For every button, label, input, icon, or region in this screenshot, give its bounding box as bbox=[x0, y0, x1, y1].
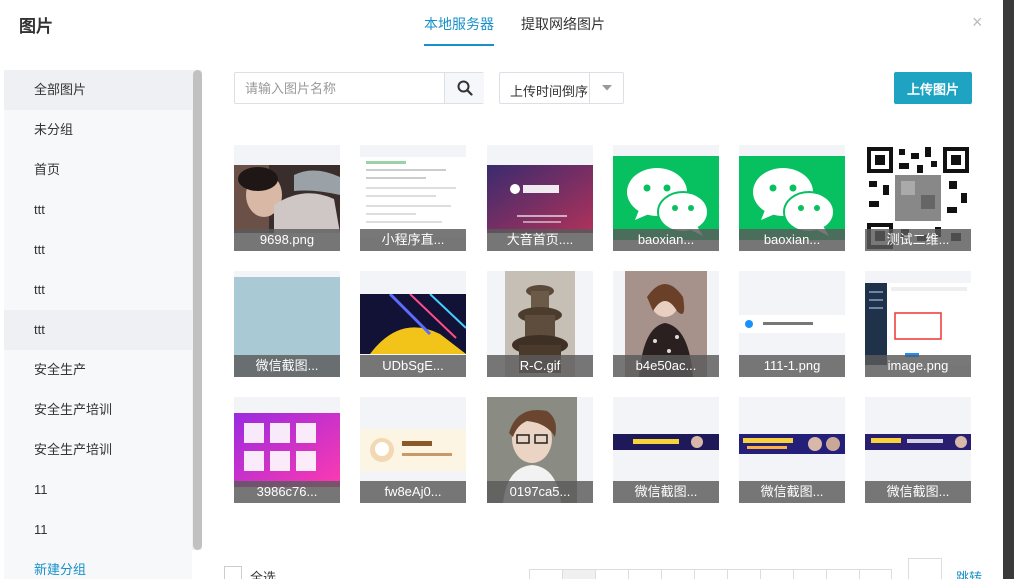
image-tile[interactable]: 9698.png bbox=[234, 145, 340, 251]
image-thumbnail bbox=[234, 165, 340, 233]
sort-select[interactable]: 上传时间倒序 bbox=[499, 72, 624, 104]
image-thumbnail bbox=[613, 434, 719, 450]
sidebar-item[interactable]: 11 bbox=[4, 510, 192, 550]
image-name: b4e50ac... bbox=[613, 355, 719, 377]
image-name: R-C.gif bbox=[487, 355, 593, 377]
image-name: 大音首页.... bbox=[487, 229, 593, 251]
image-picker-dialog: 图片 本地服务器 提取网络图片 × 全部图片 未分组 首页 ttt ttt tt… bbox=[0, 0, 1003, 579]
select-all-label: 全选 bbox=[250, 570, 277, 579]
sidebar-item[interactable]: ttt bbox=[4, 190, 192, 230]
image-tile[interactable]: image.png bbox=[865, 271, 971, 377]
image-name: 测试二维... bbox=[865, 229, 971, 251]
tab-network-image[interactable]: 提取网络图片 bbox=[521, 14, 605, 44]
pagination-page[interactable] bbox=[595, 569, 628, 579]
dialog-header: 图片 本地服务器 提取网络图片 × bbox=[0, 0, 1003, 48]
image-tile[interactable]: 微信截图... bbox=[865, 397, 971, 503]
sidebar-item[interactable]: 安全生产培训 bbox=[4, 390, 192, 430]
image-name: 微信截图... bbox=[739, 481, 845, 503]
image-thumbnail bbox=[865, 283, 971, 365]
image-tile[interactable]: 小程序直... bbox=[360, 145, 466, 251]
image-tile[interactable]: R-C.gif bbox=[487, 271, 593, 377]
image-name: 微信截图... bbox=[865, 481, 971, 503]
image-tile[interactable]: 大音首页.... bbox=[487, 145, 593, 251]
pagination-page[interactable] bbox=[694, 569, 727, 579]
image-tile[interactable]: 微信截图... bbox=[739, 397, 845, 503]
wechat-logo-image bbox=[739, 156, 845, 240]
search-button[interactable] bbox=[444, 73, 484, 103]
image-thumbnail bbox=[360, 429, 466, 471]
search-box bbox=[234, 72, 484, 104]
image-name: UDbSgE... bbox=[360, 355, 466, 377]
jump-button[interactable]: 跳转 bbox=[956, 567, 982, 579]
pagination-page[interactable] bbox=[793, 569, 826, 579]
chevron-down-icon bbox=[589, 73, 623, 103]
close-icon[interactable]: × bbox=[972, 12, 983, 33]
image-thumbnail bbox=[865, 434, 971, 450]
page-jump-input[interactable] bbox=[908, 558, 942, 579]
pagination-prev[interactable] bbox=[529, 569, 562, 579]
pagination-page[interactable] bbox=[760, 569, 793, 579]
select-all-checkbox[interactable] bbox=[224, 566, 242, 579]
image-tile[interactable]: baoxian... bbox=[739, 145, 845, 251]
image-tile[interactable]: 微信截图... bbox=[234, 271, 340, 377]
pagination-page[interactable] bbox=[628, 569, 661, 579]
pagination-page[interactable] bbox=[727, 569, 760, 579]
image-tile[interactable]: 0197ca5... bbox=[487, 397, 593, 503]
sidebar-item-all[interactable]: 全部图片 bbox=[4, 70, 192, 110]
image-tile[interactable]: 微信截图... bbox=[613, 397, 719, 503]
sidebar-item[interactable]: ttt bbox=[4, 230, 192, 270]
dialog-title: 图片 bbox=[19, 17, 53, 36]
image-name: image.png bbox=[865, 355, 971, 377]
image-tile[interactable]: 测试二维... bbox=[865, 145, 971, 251]
image-name: 111-1.png bbox=[739, 355, 845, 377]
image-thumbnail bbox=[487, 165, 593, 233]
search-input[interactable] bbox=[235, 73, 445, 103]
wechat-logo-image bbox=[613, 156, 719, 240]
tab-local-server[interactable]: 本地服务器 bbox=[424, 14, 494, 46]
image-name: 9698.png bbox=[234, 229, 340, 251]
new-group-link[interactable]: 新建分组 bbox=[4, 550, 192, 579]
sidebar-item[interactable]: 安全生产 bbox=[4, 350, 192, 390]
sidebar-item-home[interactable]: 首页 bbox=[4, 150, 192, 190]
image-thumbnail bbox=[739, 315, 845, 333]
sidebar-item-ungrouped[interactable]: 未分组 bbox=[4, 110, 192, 150]
image-tile[interactable]: b4e50ac... bbox=[613, 271, 719, 377]
image-name: 3986c76... bbox=[234, 481, 340, 503]
image-name: baoxian... bbox=[739, 229, 845, 251]
pagination-page[interactable] bbox=[826, 569, 859, 579]
image-thumbnail bbox=[360, 157, 466, 237]
image-thumbnail bbox=[360, 294, 466, 354]
image-name: 微信截图... bbox=[234, 355, 340, 377]
image-tile[interactable]: 111-1.png bbox=[739, 271, 845, 377]
search-icon bbox=[457, 80, 473, 96]
sort-value: 上传时间倒序 bbox=[510, 84, 589, 99]
pagination-page[interactable] bbox=[562, 569, 595, 579]
sidebar-item[interactable]: ttt bbox=[4, 270, 192, 310]
image-name: 微信截图... bbox=[613, 481, 719, 503]
pagination-next[interactable] bbox=[859, 569, 892, 579]
image-tile[interactable]: UDbSgE... bbox=[360, 271, 466, 377]
image-name: baoxian... bbox=[613, 229, 719, 251]
image-name: 0197ca5... bbox=[487, 481, 593, 503]
group-sidebar: 全部图片 未分组 首页 ttt ttt ttt ttt 安全生产 安全生产培训 … bbox=[4, 70, 192, 579]
image-name: 小程序直... bbox=[360, 229, 466, 251]
sidebar-scrollbar[interactable] bbox=[193, 70, 202, 550]
image-thumbnail bbox=[234, 413, 340, 487]
sidebar-item[interactable]: 安全生产培训 bbox=[4, 430, 192, 470]
image-name: fw8eAj0... bbox=[360, 481, 466, 503]
pagination bbox=[529, 569, 892, 579]
image-thumbnail bbox=[739, 434, 845, 454]
upload-image-button[interactable]: 上传图片 bbox=[894, 72, 972, 104]
image-tile[interactable]: 3986c76... bbox=[234, 397, 340, 503]
sidebar-item[interactable]: 11 bbox=[4, 470, 192, 510]
image-tile[interactable]: fw8eAj0... bbox=[360, 397, 466, 503]
image-tile[interactable]: baoxian... bbox=[613, 145, 719, 251]
pagination-page[interactable] bbox=[661, 569, 694, 579]
sidebar-item[interactable]: ttt bbox=[4, 310, 192, 350]
